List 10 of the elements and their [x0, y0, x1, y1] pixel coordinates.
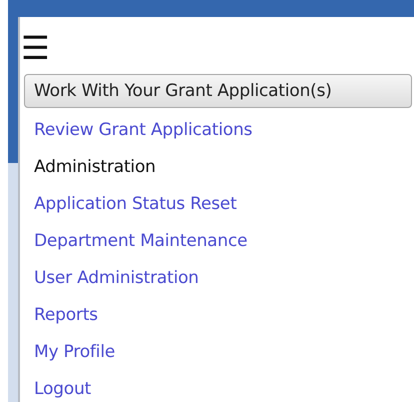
menu-link[interactable]: Review Grant Applications — [20, 112, 252, 149]
menu-link[interactable]: Department Maintenance — [20, 223, 248, 260]
menu-link[interactable]: My Profile — [20, 334, 115, 371]
menu-link[interactable]: User Administration — [20, 260, 199, 297]
menu-link[interactable]: Reports — [20, 297, 98, 334]
section-heading: Administration — [33, 156, 156, 179]
grant-application-button[interactable]: Work With Your Grant Application(s) — [24, 74, 412, 108]
menu-button[interactable]: ☰ — [21, 30, 50, 66]
menu-link[interactable]: Application Status Reset — [20, 186, 237, 223]
menu-link[interactable]: Logout — [20, 371, 92, 402]
